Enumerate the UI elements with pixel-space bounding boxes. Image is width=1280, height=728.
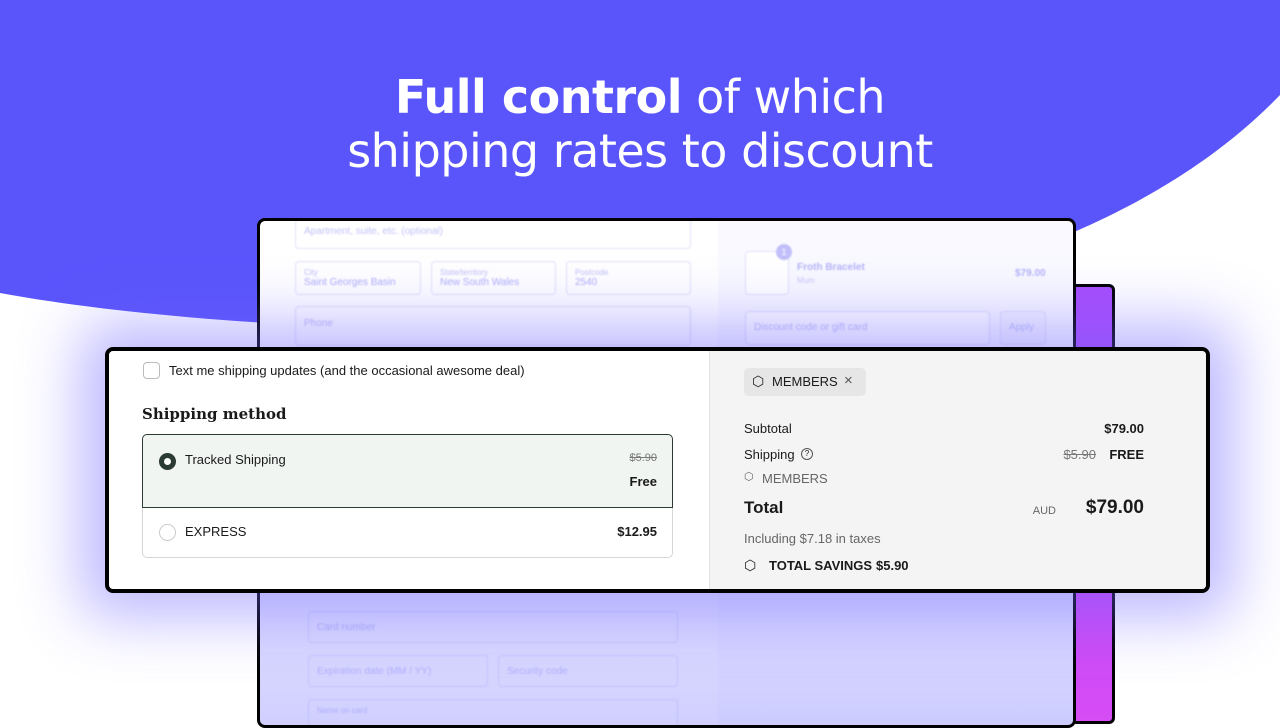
card-number-field: Card number — [308, 611, 678, 643]
name-on-card-field: Name on card — [308, 699, 678, 725]
label: City — [304, 268, 318, 277]
placeholder: Card number — [317, 622, 376, 633]
shipping-label: Shipping — [744, 447, 795, 462]
subtotal-label: Subtotal — [744, 421, 792, 436]
postcode-field: Postcode 2540 — [566, 261, 691, 295]
shipping-discount-tag: MEMBERS — [762, 471, 828, 486]
shipping-option-tracked[interactable]: Tracked Shipping $5.90 Free — [142, 434, 673, 508]
headline-bold: Full control — [394, 70, 683, 124]
placeholder: Apartment, suite, etc. (optional) — [304, 226, 443, 237]
product-variant: Mum — [797, 276, 815, 285]
shipping-option-express[interactable]: EXPRESS $12.95 — [142, 508, 673, 558]
option-original-price: $5.90 — [629, 452, 657, 464]
phone-field: Phone — [295, 306, 691, 346]
sms-optin-checkbox[interactable] — [143, 362, 160, 379]
radio-selected[interactable] — [159, 453, 176, 470]
option-price: $12.95 — [617, 524, 657, 539]
address2-field: Apartment, suite, etc. (optional) — [295, 221, 691, 249]
remove-discount-icon[interactable]: × — [844, 372, 853, 389]
total-value: $79.00 — [1085, 497, 1144, 518]
value: Saint Georges Basin — [304, 277, 396, 288]
option-price: Free — [629, 474, 657, 489]
option-name: Tracked Shipping — [185, 452, 286, 467]
shipping-method-title: Shipping method — [142, 405, 287, 423]
savings-value: $5.90 — [876, 558, 909, 573]
expiry-field: Expiration date (MM / YY) — [308, 655, 488, 687]
product-name: Froth Bracelet — [797, 262, 865, 273]
shipping-original: $5.90 — [1063, 447, 1096, 462]
savings-label: TOTAL SAVINGS — [769, 558, 873, 573]
currency: AUD — [1032, 505, 1056, 517]
checkout-panel: Text me shipping updates (and the occasi… — [105, 347, 1210, 593]
headline: Full control of which shipping rates to … — [0, 70, 1280, 178]
taxes-note: Including $7.18 in taxes — [744, 531, 881, 546]
discount-code: MEMBERS — [772, 374, 838, 389]
subtotal-value: $79.00 — [1104, 421, 1144, 436]
headline-rest: of which — [682, 70, 886, 124]
radio-unselected[interactable] — [159, 524, 176, 541]
city-field: City Saint Georges Basin — [295, 261, 421, 295]
value: New South Wales — [440, 277, 520, 288]
option-name: EXPRESS — [185, 524, 247, 539]
label: Name on card — [317, 706, 368, 715]
label: State/territory — [440, 268, 489, 277]
tag-icon: ⬡ — [752, 373, 765, 389]
apply-button: Apply — [1000, 311, 1046, 345]
label: Postcode — [575, 268, 609, 277]
placeholder: Discount code or gift card — [754, 322, 868, 333]
total-label: Total — [744, 498, 784, 517]
label: Apply — [1009, 322, 1035, 333]
product-price: $79.00 — [1015, 268, 1046, 279]
discount-field: Discount code or gift card — [745, 311, 990, 345]
shipping-value: FREE — [1109, 447, 1144, 462]
headline-line2: shipping rates to discount — [347, 124, 933, 178]
tag-icon: ⬡ — [744, 471, 754, 483]
security-code-field: Security code — [498, 655, 678, 687]
quantity-badge: 1 — [776, 244, 792, 260]
help-icon[interactable]: ? — [801, 448, 813, 460]
placeholder: Security code — [507, 666, 568, 677]
placeholder: Expiration date (MM / YY) — [317, 666, 432, 677]
placeholder: Phone — [304, 318, 333, 329]
discount-tag: ⬡ MEMBERS × — [744, 368, 866, 396]
sms-optin-label: Text me shipping updates (and the occasi… — [169, 363, 525, 378]
state-select: State/territory New South Wales — [431, 261, 556, 295]
savings-tag-icon: ⬡ — [744, 557, 757, 573]
value: 2540 — [575, 277, 598, 288]
order-summary: ⬡ MEMBERS × Subtotal $79.00 Shipping ? $… — [709, 351, 1206, 589]
